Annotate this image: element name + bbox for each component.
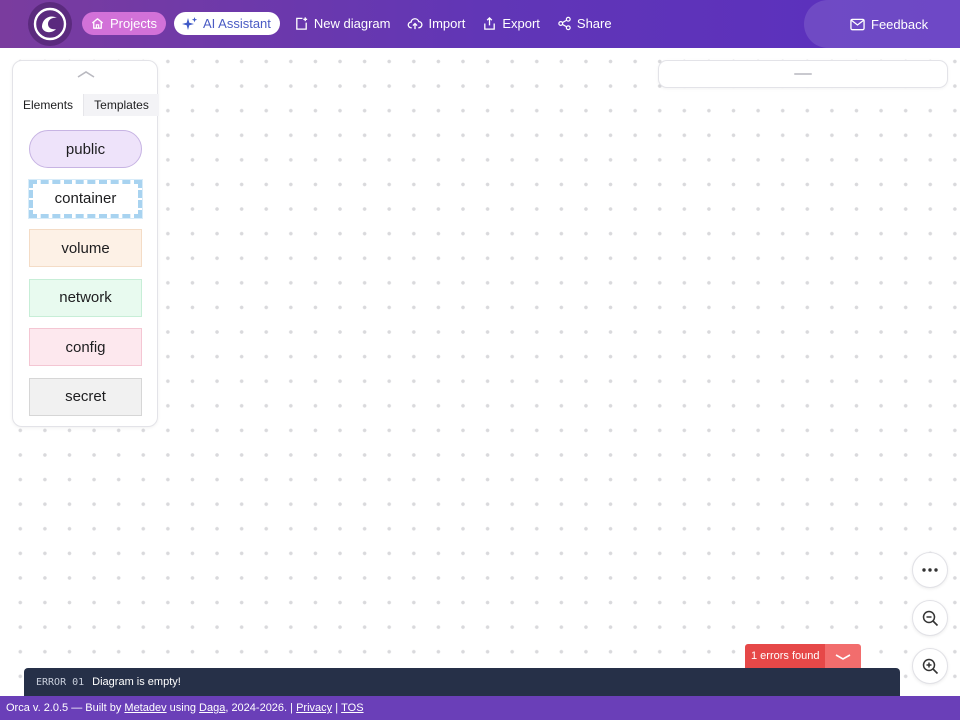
error-message: Diagram is empty! xyxy=(92,676,181,688)
share-icon xyxy=(558,16,571,31)
orca-logo-icon[interactable] xyxy=(28,2,72,46)
palette-tabs: Elements Templates xyxy=(13,94,159,116)
footer-using: using xyxy=(166,702,200,714)
error-toggle-button[interactable] xyxy=(825,644,862,669)
sparkles-icon xyxy=(181,16,198,30)
import-label: Import xyxy=(428,16,466,31)
projects-button[interactable]: Projects xyxy=(82,12,166,35)
feedback-button[interactable]: Feedback xyxy=(804,0,960,48)
tab-elements[interactable]: Elements xyxy=(13,94,84,116)
daga-link[interactable]: Daga xyxy=(199,702,225,714)
zoom-in-button[interactable] xyxy=(912,648,948,684)
ai-assistant-button[interactable]: AI Assistant xyxy=(173,12,280,35)
more-options-button[interactable] xyxy=(912,552,948,588)
main-nav: Projects AI Assistant New diagram Import xyxy=(82,12,621,35)
zoom-out-icon xyxy=(922,610,938,626)
element-list: public container volume network config s… xyxy=(28,130,143,427)
top-bar: Projects AI Assistant New diagram Import xyxy=(0,0,960,48)
projects-label: Projects xyxy=(110,16,157,31)
ai-assistant-label: AI Assistant xyxy=(202,16,271,31)
new-diagram-label: New diagram xyxy=(313,16,391,31)
new-diagram-button[interactable]: New diagram xyxy=(286,12,400,35)
panel-handle[interactable] xyxy=(794,73,812,75)
import-button[interactable]: Import xyxy=(399,12,474,35)
element-network[interactable]: network xyxy=(29,278,142,317)
chevron-down-icon xyxy=(836,653,851,660)
footer-separator: | xyxy=(332,702,342,714)
zoom-out-button[interactable] xyxy=(912,600,948,636)
element-secret[interactable]: secret xyxy=(29,377,142,416)
home-icon xyxy=(91,18,104,29)
share-label: Share xyxy=(576,16,612,31)
tab-templates[interactable]: Templates xyxy=(83,94,159,116)
error-code: ERROR 01 xyxy=(36,676,85,688)
error-console: ERROR 01 Diagram is empty! xyxy=(24,668,900,696)
tos-link[interactable]: TOS xyxy=(341,702,363,714)
error-count-label: 1 errors found xyxy=(745,644,826,669)
cloud-upload-icon xyxy=(408,18,423,30)
mail-icon xyxy=(850,18,865,30)
export-label: Export xyxy=(502,16,540,31)
zoom-in-icon xyxy=(922,658,938,674)
feedback-label: Feedback xyxy=(871,16,929,32)
footer-prefix: Orca v. 2.0.5 — Built by xyxy=(6,702,125,714)
chevron-up-icon[interactable] xyxy=(75,68,97,80)
element-container[interactable]: container xyxy=(28,178,143,219)
new-file-icon xyxy=(296,17,308,30)
element-public[interactable]: public xyxy=(29,130,142,168)
footer: Orca v. 2.0.5 — Built by Metadev using D… xyxy=(0,696,960,720)
palette-panel: Elements Templates public container volu… xyxy=(12,60,159,427)
export-icon xyxy=(484,16,496,30)
footer-years: , 2024-2026. | xyxy=(225,702,297,714)
properties-panel-collapsed[interactable] xyxy=(658,60,948,88)
export-button[interactable]: Export xyxy=(474,12,549,35)
more-horizontal-icon xyxy=(922,568,938,572)
privacy-link[interactable]: Privacy xyxy=(296,702,332,714)
share-button[interactable]: Share xyxy=(549,12,621,35)
metadev-link[interactable]: Metadev xyxy=(124,702,166,714)
element-config[interactable]: config xyxy=(29,328,142,366)
error-count-badge: 1 errors found xyxy=(745,644,862,669)
element-volume[interactable]: volume xyxy=(29,229,142,267)
